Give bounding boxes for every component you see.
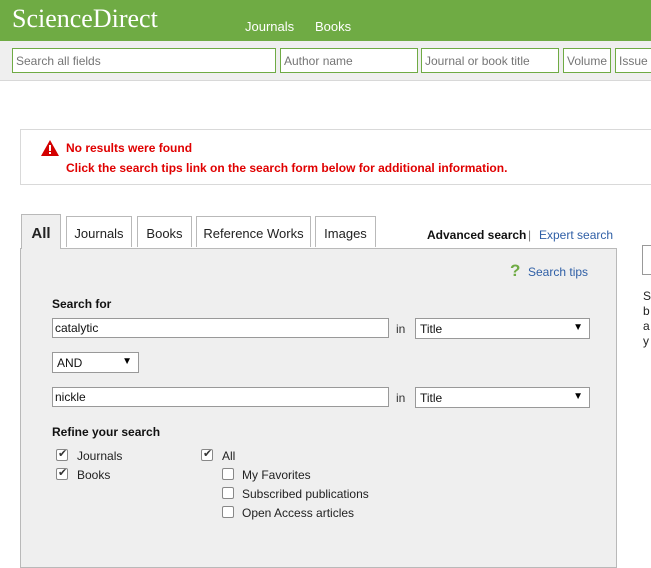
quick-search-bar: [0, 41, 651, 81]
subscribed-label: Subscribed publications: [242, 487, 369, 501]
journals-checkbox[interactable]: [56, 447, 68, 461]
sidebar-text-fragment-3: a: [643, 319, 650, 333]
tab-images[interactable]: Images: [315, 216, 376, 247]
advanced-search-link[interactable]: Advanced search: [427, 228, 526, 242]
dropdown-arrow-icon: ▼: [122, 356, 132, 367]
search-term-2-input[interactable]: [52, 387, 389, 407]
my-favorites-checkbox[interactable]: [222, 468, 234, 480]
books-checkbox-label: Books: [77, 468, 111, 482]
sidebar-text-fragment-4: y: [643, 334, 649, 348]
field-select-2-value: Title: [420, 391, 443, 405]
dropdown-arrow-icon: ▼: [573, 391, 583, 402]
expert-search-link[interactable]: Expert search: [539, 228, 613, 242]
top-bar: ScienceDirect Journals Books: [0, 0, 651, 41]
logo[interactable]: ScienceDirect: [12, 4, 158, 34]
dropdown-arrow-icon: ▼: [573, 322, 583, 333]
sidebar-text-fragment-2: b: [643, 304, 650, 318]
tab-books[interactable]: Books: [137, 216, 192, 247]
all-access-label: All: [222, 449, 236, 463]
open-access-label: Open Access articles: [242, 506, 355, 520]
search-tips-link[interactable]: Search tips: [528, 265, 588, 279]
tab-journals[interactable]: Journals: [66, 216, 132, 247]
operator-value: AND: [57, 356, 83, 370]
in-label-2: in: [396, 391, 406, 405]
open-access-checkbox[interactable]: [222, 506, 234, 518]
link-separator: |: [528, 228, 532, 242]
books-checkbox[interactable]: [56, 466, 68, 480]
nav-books[interactable]: Books: [315, 19, 351, 34]
tab-all[interactable]: All: [21, 214, 61, 249]
search-all-fields-input[interactable]: [12, 48, 276, 73]
volume-input[interactable]: [563, 48, 611, 73]
field-select-2[interactable]: Title ▼: [415, 387, 590, 408]
field-select-1[interactable]: Title ▼: [415, 318, 590, 339]
search-for-label: Search for: [52, 297, 112, 311]
subscribed-checkbox[interactable]: [222, 487, 234, 499]
warning-icon: [41, 140, 59, 156]
journals-checkbox-label: Journals: [77, 449, 123, 463]
search-term-1-input[interactable]: [52, 318, 389, 338]
all-access-checkbox[interactable]: [201, 447, 213, 461]
issue-input[interactable]: [615, 48, 651, 73]
field-select-1-value: Title: [420, 322, 443, 336]
search-panel: [20, 248, 617, 568]
journal-title-input[interactable]: [421, 48, 559, 73]
author-name-input[interactable]: [280, 48, 418, 73]
sidebar-text-fragment-1: S: [643, 289, 651, 303]
my-favorites-label: My Favorites: [242, 468, 311, 482]
nav-journals[interactable]: Journals: [245, 19, 294, 34]
sidebar-input-fragment[interactable]: [642, 245, 651, 275]
refine-label: Refine your search: [52, 425, 161, 439]
alert-message: Click the search tips link on the search…: [66, 161, 508, 175]
no-results-alert: No results were found Click the search t…: [20, 129, 651, 185]
in-label-1: in: [396, 322, 406, 336]
operator-select[interactable]: AND ▼: [52, 352, 139, 373]
alert-title: No results were found: [66, 141, 193, 155]
tab-reference-works[interactable]: Reference Works: [196, 216, 311, 247]
help-icon[interactable]: ?: [510, 261, 520, 281]
